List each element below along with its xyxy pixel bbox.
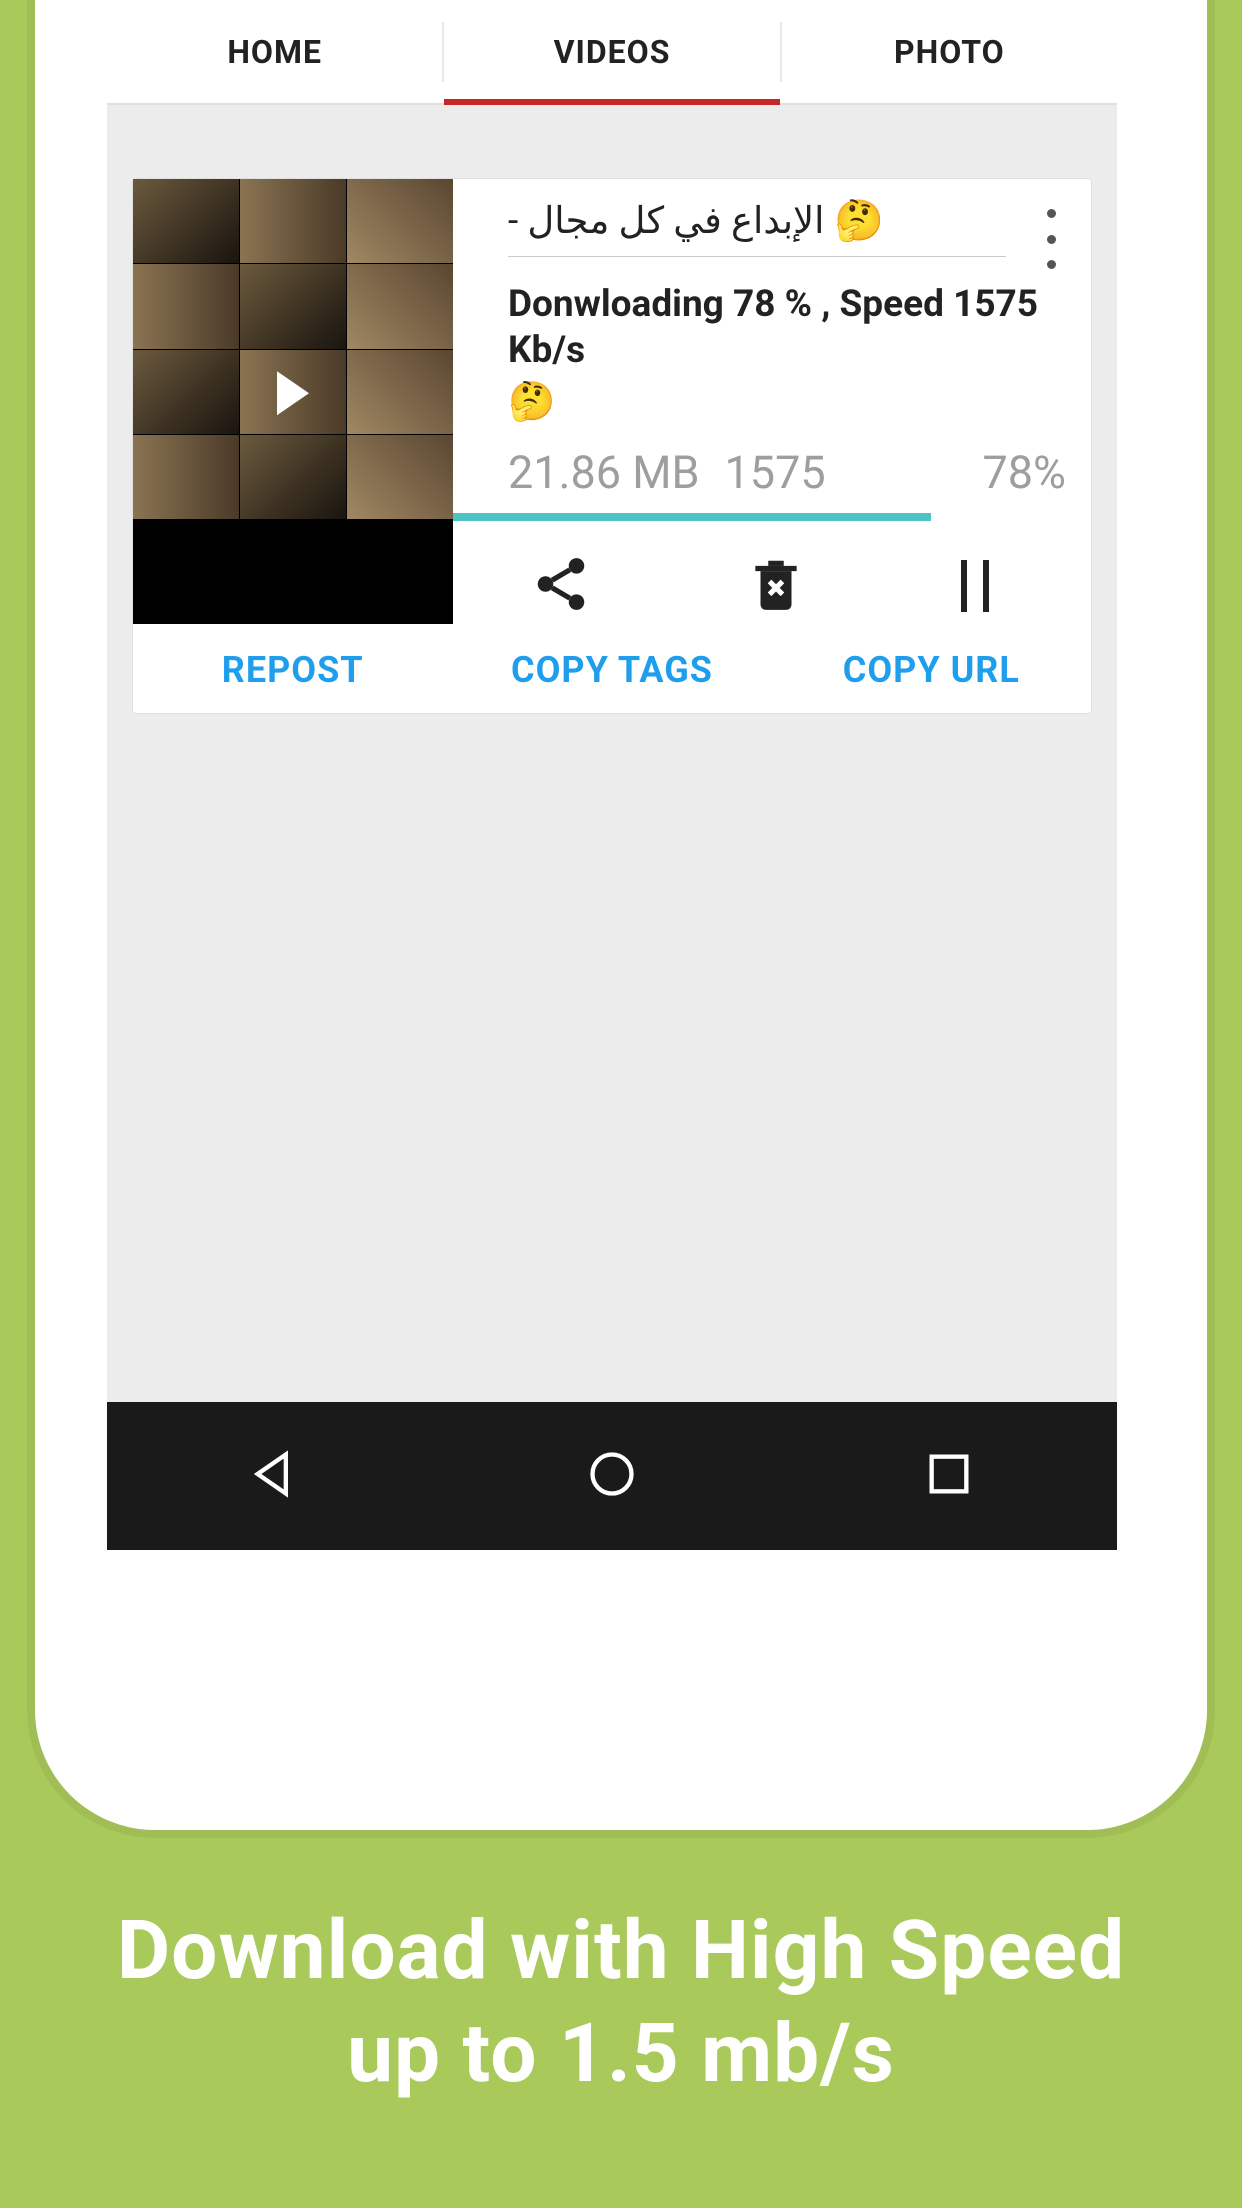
marketing-caption: Download with High Speed up to 1.5 mb/s: [0, 1900, 1242, 2105]
share-icon: [530, 553, 592, 615]
tab-videos[interactable]: VIDEOS: [444, 0, 779, 103]
file-size: 21.86 MB: [508, 446, 700, 499]
thinking-emoji: 🤔: [508, 379, 1066, 427]
title-text: الإبداع في كل مجال -: [508, 199, 824, 243]
delete-button[interactable]: [745, 553, 807, 619]
progress-fill: [453, 513, 931, 521]
download-status: Donwloading 78 % , Speed 1575 Kb/s 🤔: [508, 282, 1066, 426]
back-icon: [249, 1448, 301, 1500]
download-speed: 1575: [725, 446, 826, 499]
tab-bar: HOME VIDEOS PHOTO: [107, 0, 1117, 105]
play-icon: [277, 371, 309, 415]
phone-notch: [1205, 15, 1207, 75]
copy-url-button[interactable]: COPY URL: [772, 649, 1091, 691]
phone-frame: HOME VIDEOS PHOTO: [35, 0, 1207, 1830]
download-info: الإبداع في كل مجال - 🤔 Donwloading 78 % …: [453, 179, 1091, 631]
card-content: الإبداع في كل مجال - 🤔 Donwloading 78 % …: [133, 179, 1091, 631]
pause-icon: [961, 555, 989, 617]
trash-icon: [745, 553, 807, 615]
thinking-emoji: 🤔: [834, 197, 884, 244]
download-percent: 78%: [982, 446, 1066, 499]
marketing-line-2: up to 1.5 mb/s: [0, 2003, 1242, 2106]
tab-photo[interactable]: PHOTO: [782, 0, 1117, 103]
download-stats: 21.86 MB 1575 78%: [508, 446, 1066, 499]
nav-back-button[interactable]: [249, 1448, 301, 1504]
more-options-button[interactable]: [1036, 209, 1066, 269]
android-nav-bar: [107, 1402, 1117, 1550]
card-actions: REPOST COPY TAGS COPY URL: [133, 631, 1091, 713]
download-card: الإبداع في كل مجال - 🤔 Donwloading 78 % …: [132, 178, 1092, 714]
share-button[interactable]: [530, 553, 592, 619]
repost-button[interactable]: REPOST: [133, 649, 452, 691]
nav-recent-button[interactable]: [923, 1448, 975, 1504]
square-icon: [923, 1448, 975, 1500]
app-screen: HOME VIDEOS PHOTO: [107, 0, 1117, 1550]
progress-bar: [453, 513, 1066, 521]
thumbnail-collage: [133, 179, 453, 519]
marketing-line-1: Download with High Speed: [0, 1900, 1242, 2003]
tab-home[interactable]: HOME: [107, 0, 442, 103]
nav-home-button[interactable]: [586, 1448, 638, 1504]
status-text: Donwloading 78 % , Speed 1575 Kb/s: [508, 283, 1038, 372]
copy-tags-button[interactable]: COPY TAGS: [452, 649, 771, 691]
icon-action-row: [453, 541, 1066, 631]
pause-button[interactable]: [961, 555, 989, 617]
circle-icon: [586, 1448, 638, 1500]
video-title: الإبداع في كل مجال - 🤔: [508, 197, 1006, 257]
video-thumbnail[interactable]: [133, 179, 453, 624]
